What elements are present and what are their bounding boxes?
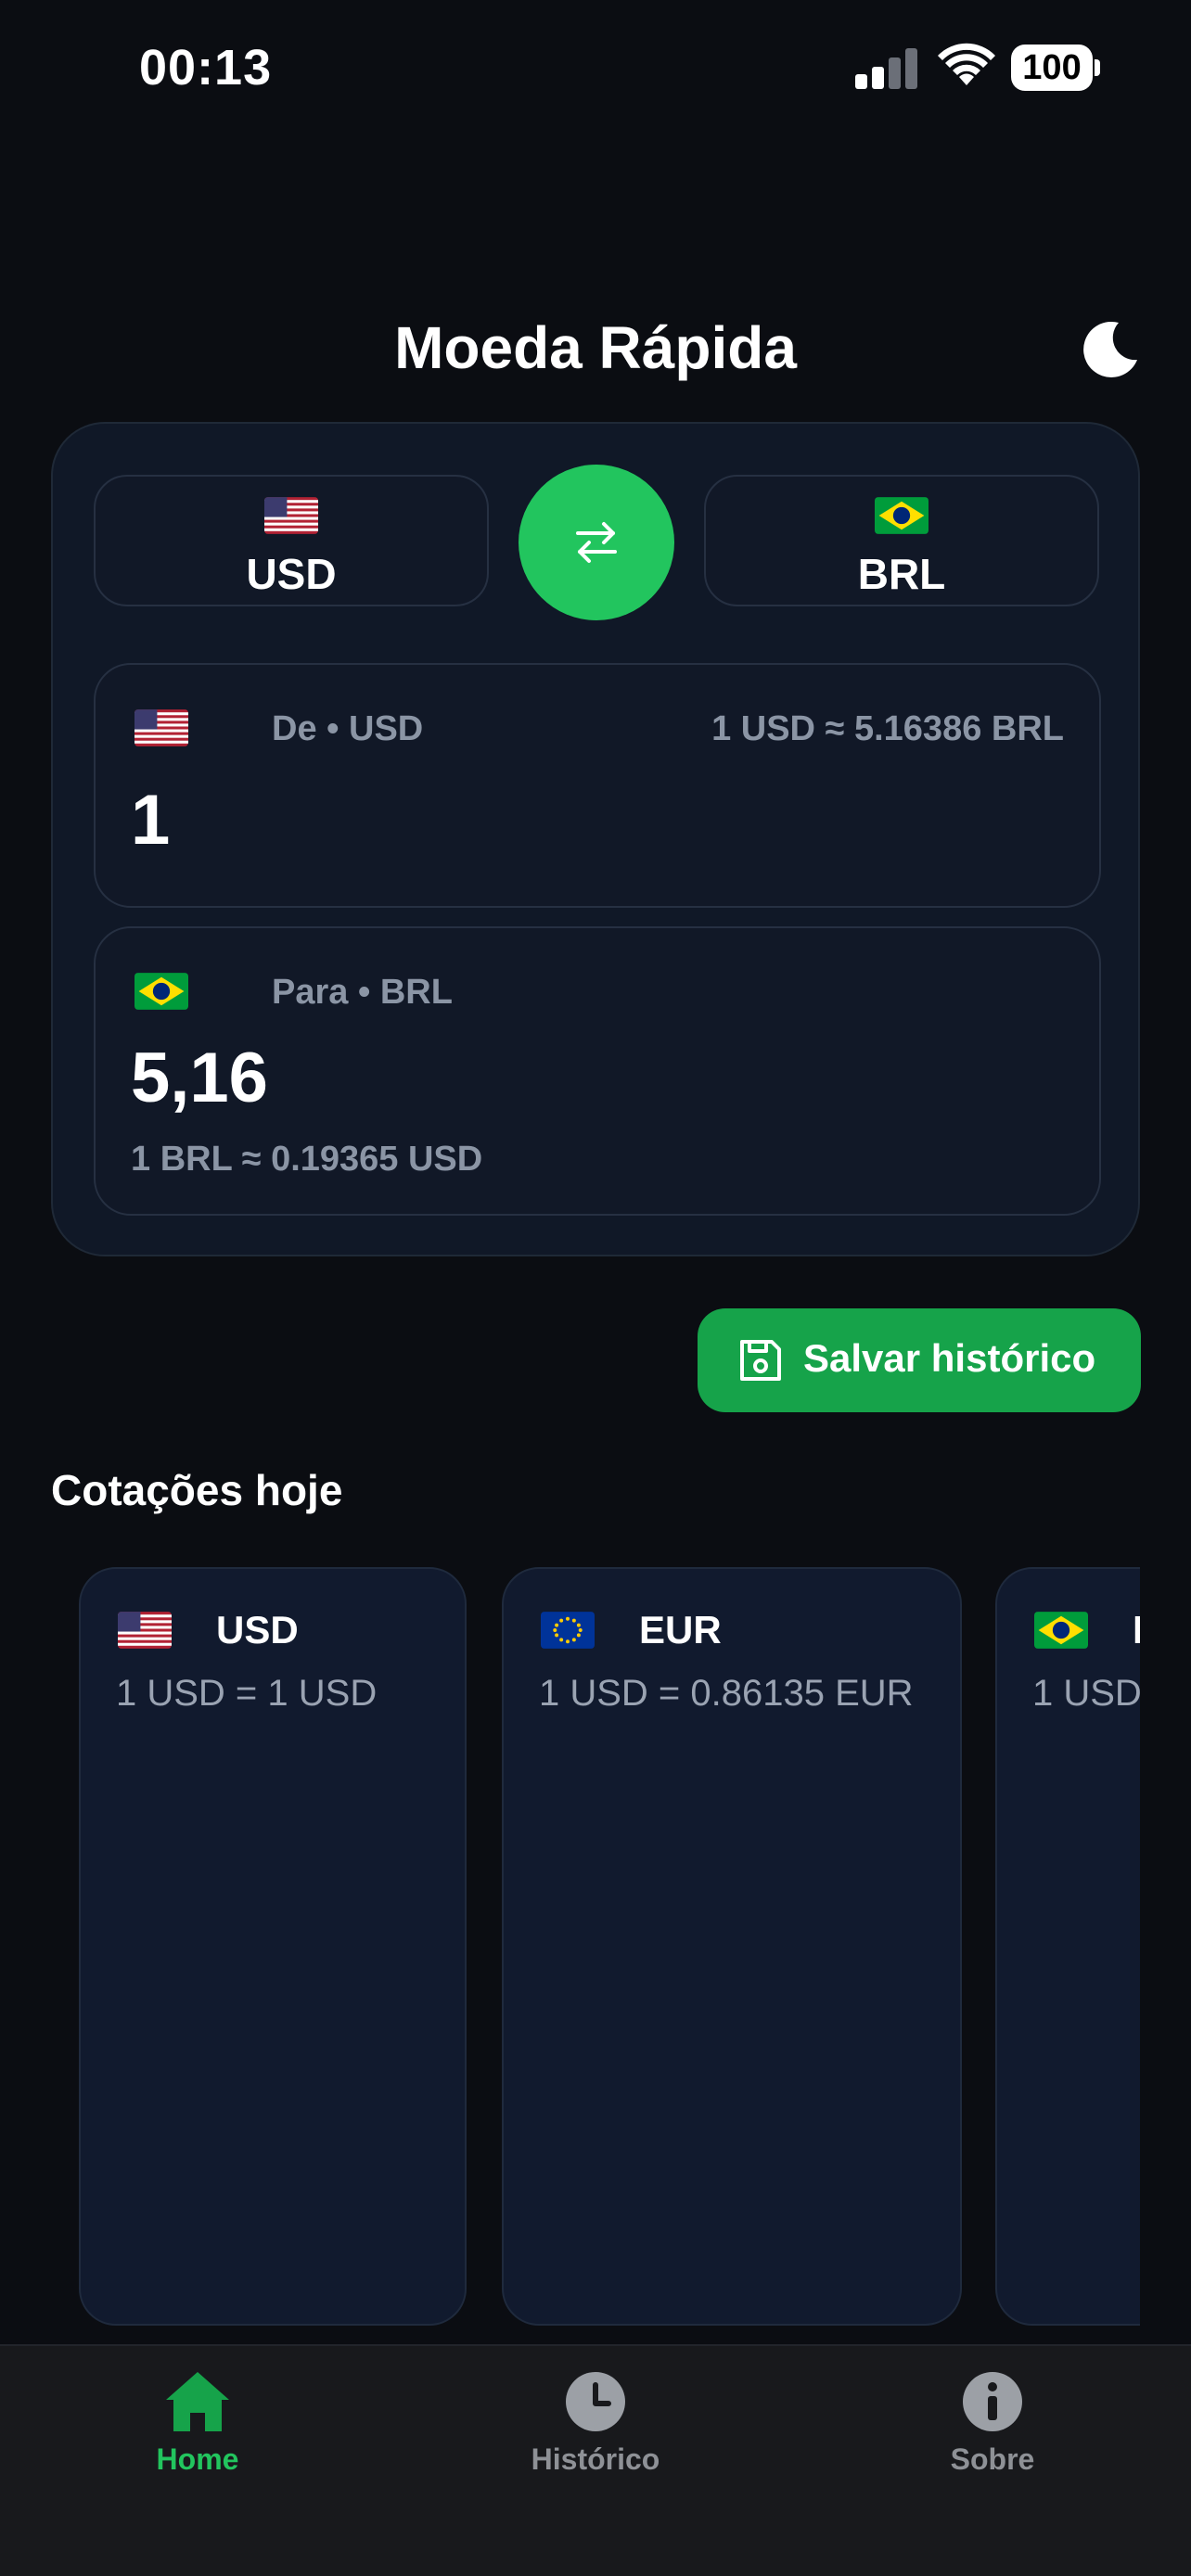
battery-level: 100 <box>1011 45 1093 91</box>
swap-arrows-icon <box>576 522 617 563</box>
rate-card-code: USD <box>216 1608 299 1651</box>
rate-card-code: EUR <box>639 1608 722 1651</box>
swap-currencies-button[interactable] <box>519 465 674 620</box>
nav-item-history[interactable]: Histórico <box>484 2346 707 2531</box>
moon-icon[interactable] <box>1078 319 1141 382</box>
save-history-button[interactable]: Salvar histórico <box>698 1308 1141 1412</box>
to-amount-value: 5,16 <box>131 1039 268 1117</box>
info-icon <box>963 2372 1022 2431</box>
to-rate: 1 BRL ≈ 0.19365 USD <box>131 1140 483 1179</box>
clock-icon <box>566 2372 625 2431</box>
to-currency-selector[interactable]: BRL <box>704 475 1099 606</box>
nav-label-history: Histórico <box>531 2442 660 2476</box>
converter-card: USD BRL De • USD 1 USD ≈ 5.16386 BRL 1 P… <box>51 422 1140 1256</box>
rate-card-usd[interactable]: USD 1 USD = 1 USD <box>79 1567 467 2326</box>
to-currency-code: BRL <box>857 550 946 598</box>
to-amount-box: Para • BRL 5,16 1 BRL ≈ 0.19365 USD <box>94 926 1101 1216</box>
floppy-disk-icon <box>740 1340 781 1381</box>
from-amount-box[interactable]: De • USD 1 USD ≈ 5.16386 BRL 1 <box>94 663 1101 908</box>
status-bar: 00:13 100 <box>0 0 1191 139</box>
from-currency-code: USD <box>246 550 337 598</box>
br-flag-icon <box>134 973 188 1010</box>
page-title: Moeda Rápida <box>394 314 797 381</box>
us-flag-icon <box>118 1612 172 1649</box>
save-history-label: Salvar histórico <box>803 1336 1096 1380</box>
cellular-signal-icon <box>855 46 918 89</box>
from-rate: 1 USD ≈ 5.16386 BRL <box>711 709 1064 748</box>
us-flag-icon <box>264 497 318 534</box>
from-amount-input[interactable]: 1 <box>131 780 170 861</box>
rate-card-rate: 1 USD = 0.86135 EUR <box>539 1673 914 1714</box>
rates-section-title: Cotações hoje <box>51 1466 343 1514</box>
status-time: 00:13 <box>139 40 273 96</box>
rate-card-rate: 1 USD = 5.16386 BRL <box>1032 1673 1140 1714</box>
rate-card-eur[interactable]: EUR 1 USD = 0.86135 EUR <box>502 1567 962 2326</box>
to-label: Para • BRL <box>272 973 453 1012</box>
from-label: De • USD <box>272 709 424 748</box>
nav-item-about[interactable]: Sobre <box>881 2346 1104 2531</box>
nav-label-about: Sobre <box>950 2442 1035 2476</box>
nav-label-home: Home <box>156 2442 239 2476</box>
eu-flag-icon <box>541 1612 595 1649</box>
rates-carousel[interactable]: USD 1 USD = 1 USD EUR 1 USD = 0.86135 EU… <box>51 1565 1140 2327</box>
nav-item-home[interactable]: Home <box>86 2346 309 2531</box>
rate-card-brl[interactable]: BRL 1 USD = 5.16386 BRL <box>995 1567 1140 2326</box>
rate-card-code: BRL <box>1133 1608 1140 1652</box>
bottom-navigation: Home Histórico Sobre <box>0 2344 1191 2576</box>
home-icon <box>166 2372 229 2431</box>
rate-card-rate: 1 USD = 1 USD <box>116 1673 378 1714</box>
from-currency-selector[interactable]: USD <box>94 475 489 606</box>
br-flag-icon <box>1034 1612 1088 1649</box>
br-flag-icon <box>875 497 928 534</box>
us-flag-icon <box>134 709 188 746</box>
wifi-icon <box>937 43 996 89</box>
battery-icon: 100 <box>1011 45 1100 91</box>
